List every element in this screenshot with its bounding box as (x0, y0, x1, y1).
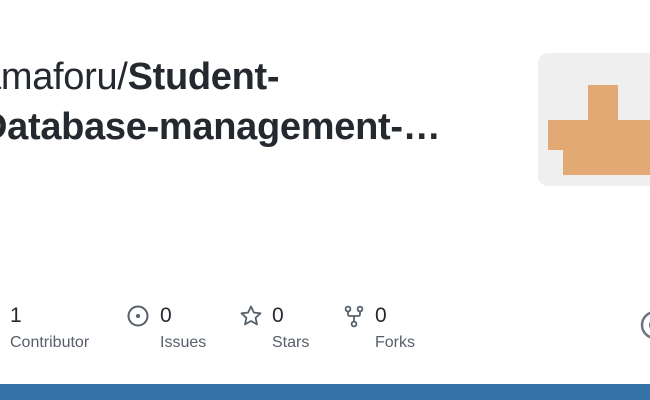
repo-forked-icon (344, 305, 364, 328)
forks-count: 0 (375, 304, 387, 327)
contributors-count: 1 (10, 304, 22, 327)
issue-opened-icon (127, 305, 149, 327)
language-bar (0, 384, 650, 400)
issues-count: 0 (160, 304, 172, 327)
stars-label: Stars (272, 334, 310, 351)
identicon-icon (548, 85, 650, 175)
repo-title: amaforu/Student- Database-management-… (0, 52, 500, 152)
owner-avatar (538, 53, 650, 186)
forks-label: Forks (375, 334, 415, 351)
repo-name-part-1: Student- (127, 56, 280, 98)
repo-title-line-1: amaforu/Student- (0, 52, 500, 102)
contributors-label: Contributor (10, 334, 90, 351)
repo-name-part-2: Database-management-… (0, 106, 441, 148)
star-icon (240, 305, 262, 326)
repo-owner: amaforu/ (0, 56, 128, 98)
issues-label: Issues (160, 334, 207, 351)
stars-count: 0 (272, 304, 284, 327)
github-mark-icon (640, 311, 650, 339)
